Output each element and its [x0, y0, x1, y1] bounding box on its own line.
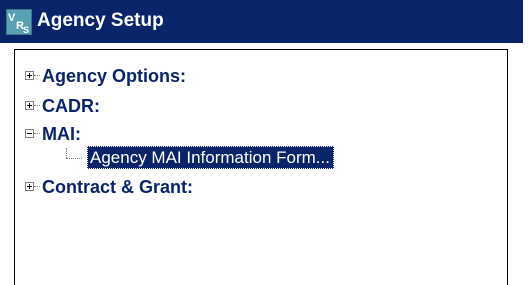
setup-tree-view[interactable]: Agency Options: CADR: MAI: Agency MAI In… — [14, 49, 508, 285]
tree-connector — [34, 75, 40, 76]
window-title: Agency Setup — [37, 10, 164, 31]
collapse-minus-icon[interactable] — [25, 129, 34, 138]
tree-item-label: Agency Options: — [42, 66, 187, 86]
tree-item-label: CADR: — [42, 96, 100, 116]
agency-setup-window: V R S Agency Setup Agency Options: CADR:… — [0, 0, 528, 285]
tree-connector — [34, 105, 40, 106]
tree-item-label: Contract & Grant: — [42, 177, 194, 197]
expand-plus-icon[interactable] — [25, 71, 34, 80]
tree-connector — [34, 133, 40, 134]
tree-item-label: MAI: — [42, 124, 81, 144]
expand-plus-icon[interactable] — [25, 101, 34, 110]
tree-item-agency-mai-information-form[interactable]: Agency MAI Information Form... — [87, 146, 334, 169]
tree-item-label: Agency MAI Information Form... — [90, 148, 330, 167]
expand-plus-icon[interactable] — [25, 182, 34, 191]
tree-connector — [34, 186, 40, 187]
svg-text:V: V — [8, 12, 16, 24]
title-bar[interactable]: V R S Agency Setup — [0, 0, 523, 43]
tree-connector — [66, 148, 67, 158]
vrs-app-icon: V R S — [6, 9, 32, 35]
svg-text:S: S — [23, 25, 29, 35]
tree-connector — [66, 158, 82, 159]
